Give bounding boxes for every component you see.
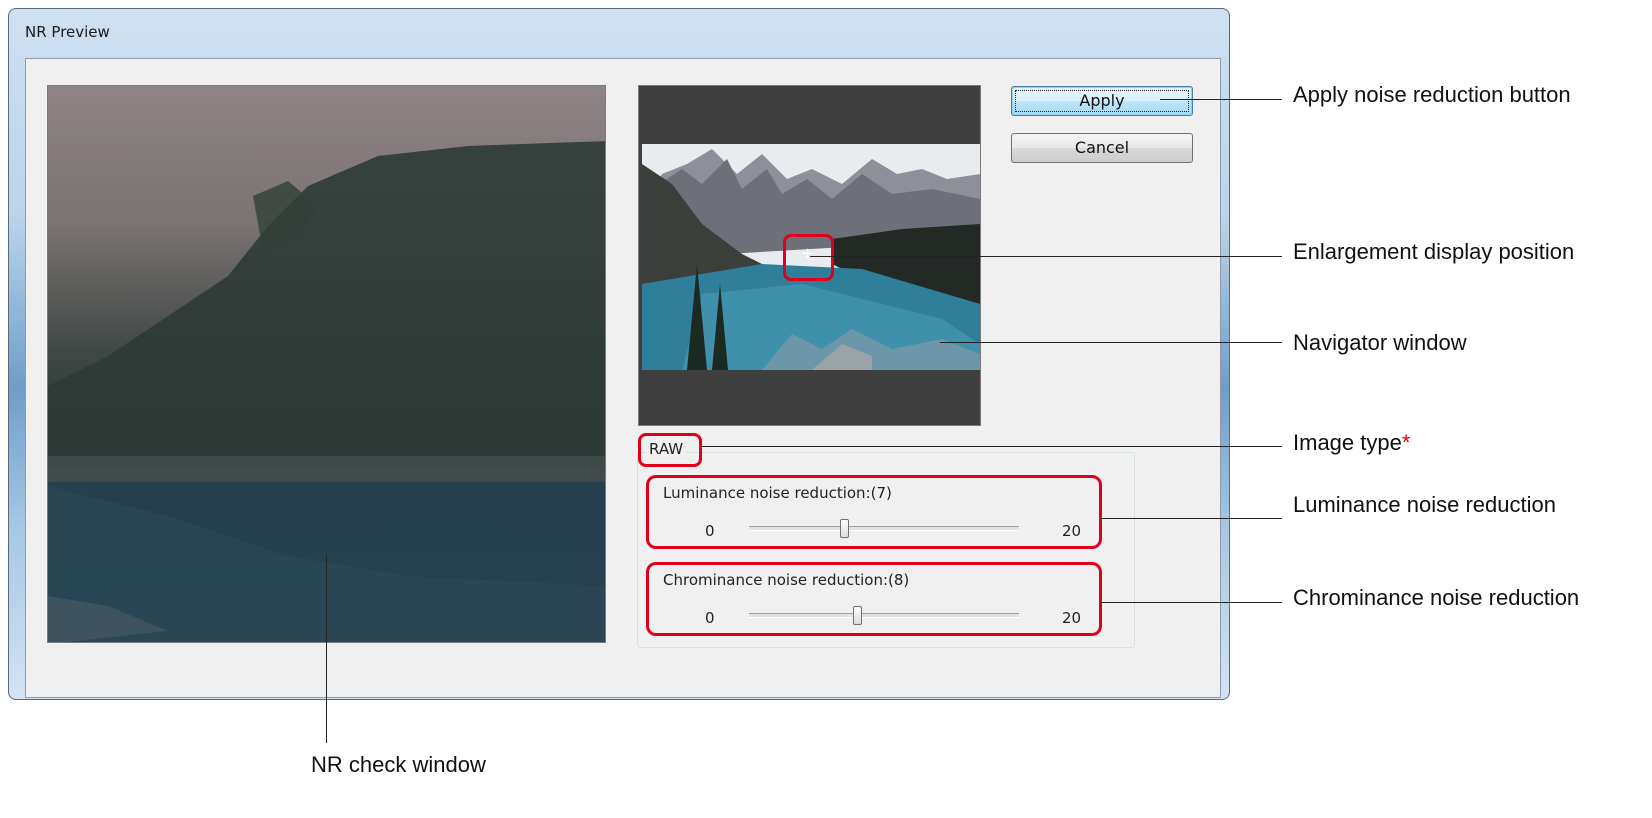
- callout-luminance: Luminance noise reduction: [1293, 492, 1556, 517]
- callout-line-nr-check: [326, 555, 327, 743]
- nr-check-image: [48, 141, 605, 642]
- chrominance-max: 20: [1062, 609, 1082, 627]
- callout-line-luminance: [1100, 518, 1282, 519]
- chrominance-slider-thumb[interactable]: [853, 606, 862, 625]
- callout-enlargement: Enlargement display position: [1293, 239, 1575, 264]
- callout-apply: Apply noise reduction button: [1293, 82, 1571, 107]
- luminance-track[interactable]: [749, 526, 1019, 531]
- callout-asterisk: *: [1401, 430, 1411, 455]
- luminance-slider-group: Luminance noise reduction:(7) 0 20: [646, 475, 1102, 549]
- chrominance-slider-group: Chrominance noise reduction:(8) 0 20: [646, 562, 1102, 636]
- image-type-highlight: [638, 433, 702, 467]
- callout-chrominance: Chrominance noise reduction: [1293, 585, 1580, 610]
- luminance-label: Luminance noise reduction:(7): [663, 484, 892, 502]
- luminance-max: 20: [1062, 522, 1082, 540]
- callout-image-type-text: Image type: [1293, 430, 1402, 455]
- chrominance-label: Chrominance noise reduction:(8): [663, 571, 910, 589]
- chrominance-min: 0: [705, 609, 715, 627]
- window-title: NR Preview: [25, 23, 110, 41]
- cancel-button[interactable]: Cancel: [1011, 133, 1193, 163]
- callout-line-chrominance: [1100, 602, 1282, 603]
- callout-line-navigator: [940, 342, 1282, 343]
- chrominance-track[interactable]: [749, 613, 1019, 618]
- callout-navigator: Navigator window: [1293, 330, 1467, 355]
- callout-nr-check: NR check window: [311, 752, 486, 777]
- crosshair-icon: +: [802, 243, 813, 264]
- callout-line-enlargement: [810, 256, 1282, 257]
- callout-image-type: Image type*: [1293, 426, 1648, 459]
- luminance-slider-thumb[interactable]: [839, 519, 849, 538]
- luminance-min: 0: [705, 522, 715, 540]
- focus-rectangle: [1015, 90, 1189, 112]
- apply-button[interactable]: Apply: [1011, 86, 1193, 116]
- cancel-button-label: Cancel: [1074, 138, 1130, 157]
- callout-line-image-type: [702, 446, 1282, 447]
- callout-line-apply: [1160, 99, 1282, 100]
